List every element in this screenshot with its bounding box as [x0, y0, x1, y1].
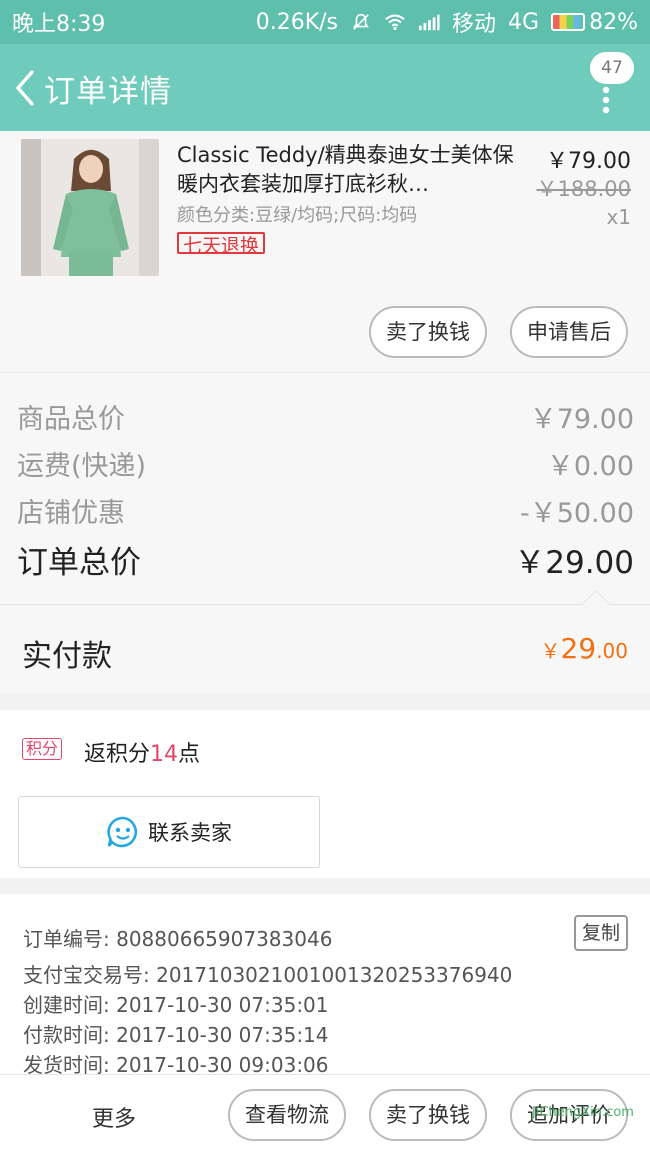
price-summary: 商品总价 ￥79.00 运费(快递) ￥0.00 店铺优惠 -￥50.00 订单…: [0, 372, 650, 604]
wifi-icon: [385, 14, 405, 31]
nav-bar: 订单详情 47: [0, 44, 650, 131]
total-label: 订单总价: [17, 545, 141, 581]
battery-icon: [551, 13, 586, 31]
summary-value: ￥0.00: [546, 451, 634, 482]
points-section: 积分 返积分14点 联系卖家: [0, 710, 650, 878]
copy-button[interactable]: 复制: [574, 915, 628, 951]
product-price: ￥79.00: [546, 149, 631, 174]
contact-label: 联系卖家: [148, 821, 232, 845]
summary-value: ￥79.00: [529, 404, 634, 435]
product-sku: 颜色分类:豆绿/均码;尺码:均码: [177, 205, 418, 226]
paid-currency: ￥: [540, 639, 561, 663]
more-button[interactable]: 更多: [92, 1101, 136, 1133]
battery-percent: 82%: [589, 9, 638, 35]
paid-decimal: .00: [596, 639, 628, 663]
after-sales-button[interactable]: 申请售后: [510, 306, 628, 358]
paid-integer: 29: [560, 632, 597, 665]
page-title: 订单详情: [44, 74, 172, 110]
summary-label: 运费(快递): [17, 451, 147, 482]
summary-label: 商品总价: [17, 404, 125, 435]
summary-row-total: 订单总价 ￥29.00: [17, 537, 634, 582]
product-original-price: ￥188.00: [536, 177, 631, 201]
paid-section: 实付款 ￥29.00: [0, 589, 650, 694]
network-type: 4G: [508, 9, 540, 35]
return-policy-badge: 七天退换: [177, 232, 266, 254]
summary-value: -￥50.00: [519, 498, 634, 529]
view-logistics-button[interactable]: 查看物流: [228, 1089, 346, 1141]
summary-row-discount: 店铺优惠 -￥50.00: [17, 491, 634, 530]
alipay-trade-number: 支付宝交易号: 2017103021001001320253376940: [23, 963, 513, 987]
paid-amount: ￥29.00: [541, 632, 628, 665]
signal-icon: [418, 14, 440, 31]
back-arrow-icon[interactable]: [8, 64, 44, 112]
paid-time: 付款时间: 2017-10-30 07:35:14: [23, 1023, 329, 1047]
message-badge[interactable]: 47: [590, 52, 634, 84]
more-menu-icon[interactable]: [599, 84, 613, 120]
product-quantity: x1: [606, 205, 631, 229]
summary-label: 店铺优惠: [17, 498, 125, 529]
points-number: 14: [150, 742, 179, 767]
sell-button[interactable]: 卖了换钱: [369, 306, 487, 358]
points-text: 返积分14点: [84, 736, 200, 768]
summary-row-shipping: 运费(快递) ￥0.00: [17, 444, 634, 483]
order-info: 订单编号: 80880665907383046 复制 支付宝交易号: 20171…: [0, 894, 650, 1077]
network-speed: 0.26K/s: [255, 9, 339, 35]
summary-row-goods: 商品总价 ￥79.00: [17, 397, 634, 436]
points-prefix: 返积分: [84, 742, 151, 767]
chat-smile-icon: [107, 816, 138, 848]
contact-seller-button[interactable]: 联系卖家: [18, 796, 320, 868]
sell-button-footer[interactable]: 卖了换钱: [369, 1089, 487, 1141]
product-title[interactable]: Classic Teddy/精典泰迪女士美体保暖内衣套装加厚打底衫秋…: [177, 141, 522, 199]
status-time: 晚上8:39: [12, 12, 106, 37]
status-bar: 晚上8:39 0.26K/s 移动 4G 82%: [0, 0, 650, 44]
total-value: ￥29.00: [514, 545, 634, 581]
order-number: 订单编号: 80880665907383046: [23, 927, 333, 951]
points-suffix: 点: [178, 742, 201, 767]
carrier-label: 移动: [452, 12, 497, 37]
mute-bell-icon: [353, 13, 370, 30]
points-tag: 积分: [22, 738, 63, 760]
status-right: 0.26K/s 移动 4G 82%: [256, 6, 638, 38]
product-card[interactable]: Classic Teddy/精典泰迪女士美体保暖内衣套装加厚打底衫秋… 颜色分类…: [0, 131, 650, 372]
paid-label: 实付款: [22, 639, 112, 674]
product-thumbnail[interactable]: [21, 139, 159, 276]
watermark: JiChengXin.com: [532, 1105, 634, 1120]
battery-indicator: 82%: [551, 10, 638, 35]
created-time: 创建时间: 2017-10-30 07:35:01: [23, 993, 329, 1017]
